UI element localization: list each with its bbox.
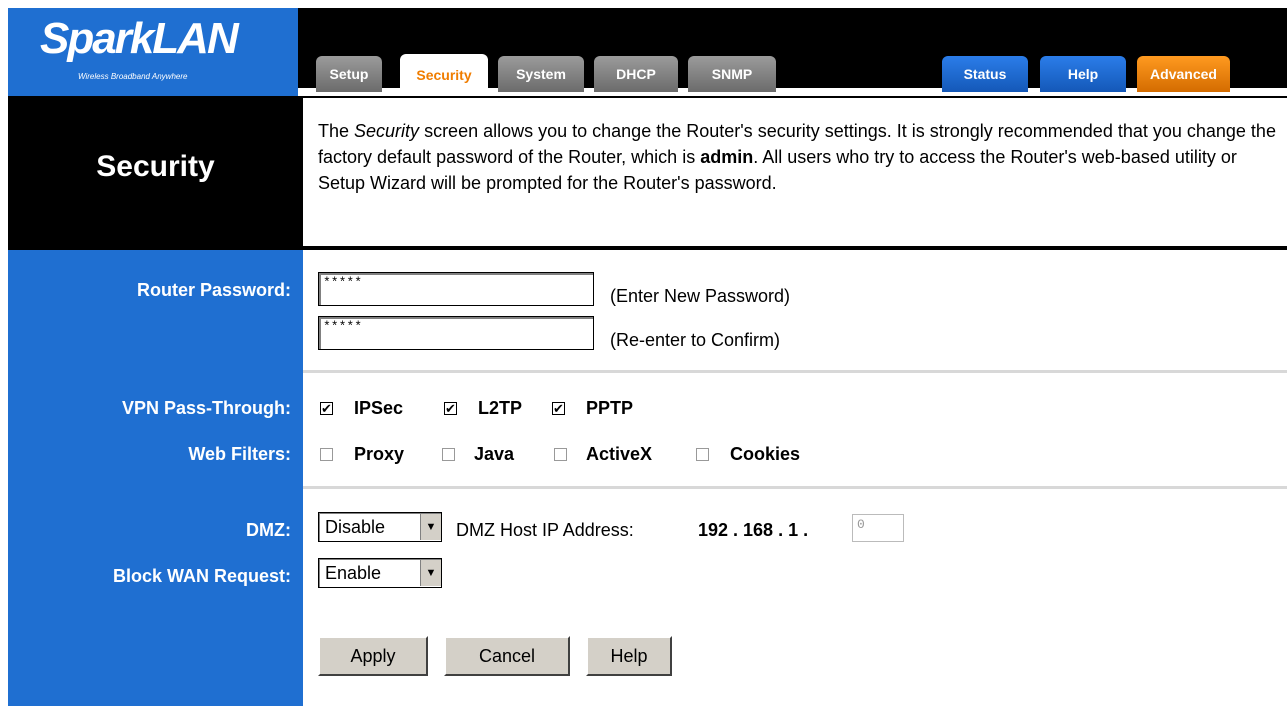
router-password-label: Router Password: — [136, 280, 291, 300]
tab-help[interactable]: Help — [1040, 56, 1126, 92]
activex-label: ActiveX — [586, 444, 653, 464]
activex-checkbox[interactable] — [554, 448, 567, 461]
tab-status[interactable]: Status — [942, 56, 1028, 92]
proxy-checkbox[interactable] — [320, 448, 333, 461]
dmz-ip-prefix: 192 . 168 . 1 . — [698, 520, 809, 540]
java-checkbox[interactable] — [442, 448, 455, 461]
new-password-input[interactable]: ***** — [318, 272, 594, 306]
apply-button[interactable]: Apply — [318, 636, 428, 676]
java-label: Java — [474, 444, 515, 464]
dmz-label: DMZ: — [246, 520, 291, 540]
l2tp-label: L2TP — [478, 398, 523, 418]
cookies-label: Cookies — [730, 444, 801, 464]
confirm-password-input[interactable]: ***** — [318, 316, 594, 350]
brand-tagline: Wireless Broadband Anywhere — [78, 72, 188, 81]
chevron-down-icon: ▼ — [420, 514, 441, 540]
sidebar — [8, 250, 303, 706]
cookies-checkbox[interactable] — [696, 448, 709, 461]
dmz-select[interactable]: Disable ▼ — [318, 512, 442, 542]
confirm-password-hint: (Re-enter to Confirm) — [610, 330, 781, 350]
tab-system[interactable]: System — [498, 56, 584, 92]
page-title: Security — [96, 150, 215, 183]
l2tp-checkbox[interactable]: ✔ — [444, 402, 457, 415]
ipsec-label: IPSec — [354, 398, 404, 418]
dmz-host-ip-input[interactable]: 0 — [852, 514, 904, 542]
divider — [303, 486, 1287, 489]
divider — [303, 370, 1287, 373]
page-description: The Security screen allows you to change… — [318, 121, 1276, 193]
chevron-down-icon: ▼ — [420, 560, 441, 586]
tab-setup[interactable]: Setup — [316, 56, 382, 92]
cancel-button[interactable]: Cancel — [444, 636, 570, 676]
vpn-passthrough-label: VPN Pass-Through: — [121, 398, 291, 418]
new-password-hint: (Enter New Password) — [610, 286, 791, 306]
proxy-label: Proxy — [354, 444, 405, 464]
tab-snmp[interactable]: SNMP — [688, 56, 776, 92]
pptp-checkbox[interactable]: ✔ — [552, 402, 565, 415]
tab-security[interactable]: Security — [400, 54, 488, 96]
ipsec-checkbox[interactable]: ✔ — [320, 402, 333, 415]
tab-dhcp[interactable]: DHCP — [594, 56, 678, 92]
block-wan-select[interactable]: Enable ▼ — [318, 558, 442, 588]
help-button[interactable]: Help — [586, 636, 672, 676]
pptp-label: PPTP — [586, 398, 634, 418]
tab-advanced[interactable]: Advanced — [1137, 56, 1230, 92]
block-wan-label: Block WAN Request: — [112, 566, 291, 586]
dmz-host-label: DMZ Host IP Address: — [456, 520, 634, 540]
brand-logo-text: SparkLAN — [40, 14, 239, 63]
web-filters-label: Web Filters: — [188, 444, 291, 464]
